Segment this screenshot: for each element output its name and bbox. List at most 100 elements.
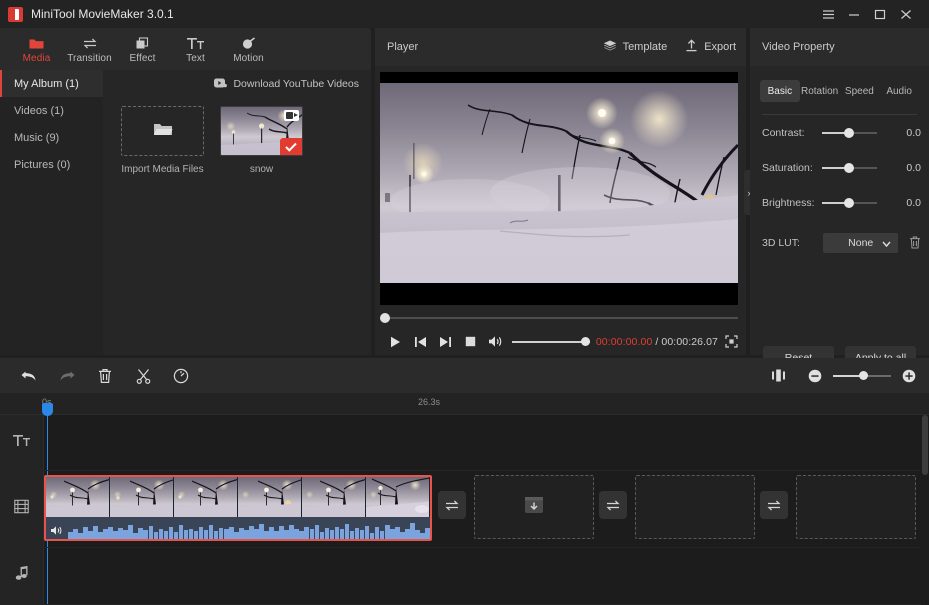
download-youtube-label[interactable]: Download YouTube Videos (233, 78, 359, 90)
property-panel-header: Video Property (750, 28, 929, 66)
motion-circle-icon (241, 35, 257, 50)
video-track[interactable] (0, 471, 929, 548)
stop-button[interactable] (458, 330, 483, 354)
ruler-tick-1: 26.3s (418, 397, 441, 407)
tab-basic[interactable]: Basic (760, 80, 800, 102)
brightness-handle[interactable] (844, 197, 854, 208)
clip-frame (302, 477, 366, 521)
seek-track[interactable] (380, 317, 738, 319)
delete-button[interactable] (86, 358, 124, 393)
saturation-slider[interactable] (822, 162, 877, 174)
seek-handle[interactable] (380, 313, 390, 323)
hamburger-menu-icon[interactable] (815, 0, 841, 28)
maximize-icon[interactable] (867, 0, 893, 28)
nav-tab-motion[interactable]: Motion (222, 29, 275, 69)
album-item-my-album[interactable]: My Album (1) (0, 70, 103, 97)
nav-tab-text[interactable]: Text (169, 29, 222, 69)
music-track-body[interactable] (44, 548, 929, 604)
album-item-videos[interactable]: Videos (1) (0, 97, 103, 124)
nav-tab-media[interactable]: Media (10, 29, 63, 69)
main-nav-tabs: Media Transition Effect Text Motion (0, 28, 371, 70)
brightness-slider[interactable] (822, 197, 877, 209)
album-list: My Album (1) Videos (1) Music (9) Pictur… (0, 70, 103, 355)
contrast-handle[interactable] (844, 127, 854, 138)
volume-button[interactable] (483, 330, 508, 354)
video-track-header[interactable] (0, 471, 44, 547)
album-item-videos-label: Videos (1) (14, 104, 64, 117)
nav-tab-text-label: Text (186, 52, 205, 64)
zoom-in-button[interactable] (901, 358, 917, 393)
transition-slot-3[interactable] (760, 491, 788, 519)
close-icon[interactable] (893, 0, 919, 28)
video-camera-icon (284, 110, 299, 121)
youtube-download-icon[interactable] (214, 75, 228, 93)
lut-label: 3D LUT: (762, 236, 800, 249)
import-media-cell[interactable]: Import Media Files (121, 106, 204, 175)
template-button[interactable]: Template (603, 40, 667, 55)
drop-slot-2[interactable] (635, 475, 755, 539)
tab-speed[interactable]: Speed (840, 80, 880, 102)
text-track-body[interactable] (44, 415, 929, 470)
drop-slot-3[interactable] (796, 475, 916, 539)
album-item-music[interactable]: Music (9) (0, 124, 103, 151)
nav-tab-transition-label: Transition (67, 52, 112, 64)
transition-arrows-icon (82, 35, 98, 50)
speed-button[interactable] (162, 358, 200, 393)
timeline-zoom-slider[interactable] (833, 370, 891, 382)
tab-rotation[interactable]: Rotation (800, 80, 840, 102)
player-seek-bar[interactable] (380, 312, 738, 324)
export-button[interactable]: Export (685, 39, 736, 55)
player-header: Player Template Export (375, 28, 746, 66)
timeline-clip-snow[interactable] (44, 475, 432, 541)
text-track[interactable] (0, 415, 929, 471)
contrast-slider[interactable] (822, 127, 877, 139)
zoom-out-button[interactable] (807, 358, 823, 393)
timeline-scrollbar[interactable] (921, 415, 929, 605)
album-item-music-label: Music (9) (14, 131, 60, 144)
timeline-ruler[interactable]: 0s 26.3s (0, 393, 929, 415)
contrast-row: Contrast: 0.0 (750, 115, 929, 150)
transition-slot-1[interactable] (438, 491, 466, 519)
previous-frame-button[interactable] (408, 330, 433, 354)
music-track-header[interactable] (0, 548, 44, 604)
play-button[interactable] (383, 330, 408, 354)
clip-frame (366, 477, 430, 521)
title-bar: MiniTool MovieMaker 3.0.1 (0, 0, 929, 28)
media-item-snow[interactable]: snow (220, 106, 303, 175)
volume-slider[interactable] (512, 336, 590, 348)
split-button[interactable] (124, 358, 162, 393)
volume-handle[interactable] (581, 336, 590, 346)
redo-button[interactable] (48, 358, 86, 393)
transition-slot-2[interactable] (599, 491, 627, 519)
lut-delete-button[interactable] (909, 236, 921, 249)
minimize-icon[interactable] (841, 0, 867, 28)
app-title: MiniTool MovieMaker 3.0.1 (31, 7, 174, 21)
lut-select[interactable]: None (823, 232, 898, 253)
saturation-handle[interactable] (844, 162, 854, 173)
nav-tab-transition[interactable]: Transition (63, 29, 116, 69)
timeline-scrollbar-thumb[interactable] (922, 415, 928, 475)
video-preview-stage[interactable] (380, 72, 738, 305)
next-frame-button[interactable] (433, 330, 458, 354)
album-item-pictures-label: Pictures (0) (14, 158, 71, 171)
time-separator: / (655, 335, 659, 348)
tab-audio[interactable]: Audio (879, 80, 919, 102)
clip-frame (238, 477, 302, 521)
music-track[interactable] (0, 548, 929, 605)
video-track-body[interactable] (44, 471, 929, 547)
album-item-pictures[interactable]: Pictures (0) (0, 151, 103, 178)
drop-slot-1[interactable] (474, 475, 594, 539)
media-item-thumbnail[interactable] (220, 106, 303, 156)
undo-button[interactable] (10, 358, 48, 393)
fullscreen-button[interactable] (718, 330, 744, 354)
zoom-handle[interactable] (859, 370, 868, 380)
fit-to-timeline-button[interactable] (759, 358, 797, 393)
nav-tab-effect[interactable]: Effect (116, 29, 169, 69)
volume-track[interactable] (512, 340, 590, 343)
timeline-zoom-controls (749, 358, 929, 393)
import-media-dropzone[interactable] (121, 106, 204, 156)
text-track-header[interactable] (0, 415, 44, 470)
clip-speaker-icon[interactable] (50, 525, 63, 536)
clip-frame (46, 477, 110, 521)
effect-squares-icon (135, 35, 150, 50)
